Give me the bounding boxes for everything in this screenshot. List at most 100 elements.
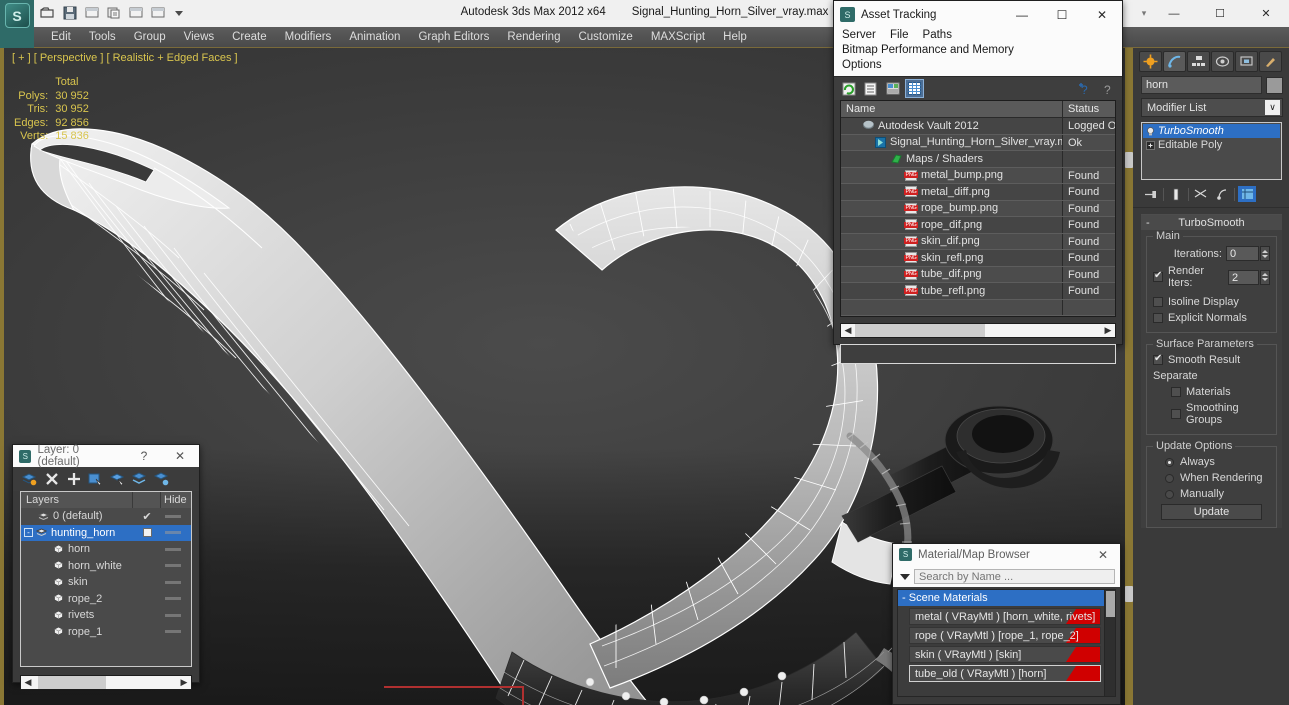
list-view-icon[interactable] xyxy=(862,80,879,97)
refresh-icon[interactable] xyxy=(840,80,857,97)
create-new-layer-icon[interactable] xyxy=(22,472,37,487)
delete-layer-icon[interactable] xyxy=(44,472,59,487)
table-row[interactable]: PNG rope_dif.png Found xyxy=(841,217,1115,234)
menu-tools[interactable]: Tools xyxy=(80,27,125,48)
layer-hide-dash[interactable] xyxy=(165,547,181,551)
help-add-icon[interactable]: ? xyxy=(1077,80,1094,97)
explicit-normals-checkbox[interactable] xyxy=(1153,313,1163,323)
modifier-stack-item-editable-poly[interactable]: Editable Poly xyxy=(1143,138,1280,152)
chevron-down-icon[interactable]: ∨ xyxy=(1265,100,1280,115)
table-row[interactable]: Autodesk Vault 2012 Logged O xyxy=(841,118,1115,135)
customize-qat-caret-icon[interactable] xyxy=(170,3,189,22)
column-header-name[interactable]: Name xyxy=(841,101,1063,117)
search-options-caret-icon[interactable] xyxy=(900,573,910,580)
manually-radio[interactable] xyxy=(1165,489,1174,499)
scene-materials-group-header[interactable]: - Scene Materials xyxy=(898,590,1104,606)
layer-window-titlebar[interactable]: S Layer: 0 (default) ? ✕ xyxy=(13,444,199,468)
render-iters-checkbox[interactable] xyxy=(1153,270,1163,282)
table-row[interactable]: Signal_Hunting_Horn_Silver_vray.max Ok xyxy=(841,134,1115,151)
layer-hide-dash[interactable] xyxy=(165,514,181,518)
table-row[interactable]: PNG tube_dif.png Found xyxy=(841,266,1115,283)
layer-current-box[interactable] xyxy=(133,528,161,538)
layer-hide-dash[interactable] xyxy=(165,613,181,617)
rollout-collapse-icon[interactable]: - xyxy=(1146,217,1150,229)
pin-stack-icon[interactable] xyxy=(1142,186,1160,202)
layer-hide-dash[interactable] xyxy=(165,630,181,634)
close-button[interactable]: ✕ xyxy=(1243,0,1289,27)
menu-rendering[interactable]: Rendering xyxy=(498,27,569,48)
table-row[interactable]: PNG tube_refl.png Found xyxy=(841,283,1115,300)
update-option-when-rendering[interactable]: When Rendering xyxy=(1153,472,1270,484)
scrollbar-track[interactable] xyxy=(855,324,1101,337)
help-icon[interactable]: ? xyxy=(1099,80,1116,97)
at-menu-file[interactable]: File xyxy=(890,28,909,43)
menu-help[interactable]: Help xyxy=(714,27,756,48)
list-item[interactable]: - hunting_horn xyxy=(21,524,191,541)
hierarchy-tab[interactable] xyxy=(1187,51,1210,72)
at-menu-options[interactable]: Options xyxy=(842,58,882,73)
list-item[interactable]: metal ( VRayMtl ) [horn_white, rivets] xyxy=(909,608,1101,625)
update-option-always[interactable]: Always xyxy=(1153,456,1270,468)
iterations-spinner-field[interactable]: 0 xyxy=(1226,246,1259,261)
grid-view-icon[interactable] xyxy=(905,79,924,98)
list-item[interactable]: rope_2 xyxy=(21,591,191,608)
when-rendering-radio[interactable] xyxy=(1165,473,1174,483)
material-browser-close-button[interactable]: ✕ xyxy=(1086,544,1120,565)
iterations-spinner-arrows[interactable] xyxy=(1260,246,1270,261)
menu-graph-editors[interactable]: Graph Editors xyxy=(409,27,498,48)
list-item[interactable]: skin xyxy=(21,574,191,591)
remove-modifier-icon[interactable] xyxy=(1213,186,1231,202)
list-item[interactable]: horn xyxy=(21,541,191,558)
menu-group[interactable]: Group xyxy=(125,27,175,48)
panel-resize-handle-bottom[interactable] xyxy=(1125,586,1133,602)
set-current-layer-icon[interactable] xyxy=(132,472,147,487)
material-color-swatch[interactable] xyxy=(1066,647,1100,662)
table-row[interactable]: PNG skin_dif.png Found xyxy=(841,233,1115,250)
asset-tracking-close-button[interactable]: ✕ xyxy=(1082,1,1122,28)
material-map-browser-window[interactable]: S Material/Map Browser ✕ - Scene Materia… xyxy=(892,543,1121,705)
utilities-tab[interactable] xyxy=(1259,51,1282,72)
layer-hide-dash[interactable] xyxy=(165,597,181,601)
materials-checkbox[interactable] xyxy=(1171,387,1181,397)
at-menu-bitmap-performance[interactable]: Bitmap Performance and Memory xyxy=(842,43,1014,58)
material-browser-titlebar[interactable]: S Material/Map Browser ✕ xyxy=(893,544,1120,565)
object-color-swatch[interactable] xyxy=(1266,76,1283,94)
open-file-icon[interactable] xyxy=(38,3,57,22)
max-app-logo[interactable]: S xyxy=(0,0,34,48)
expand-plus-icon[interactable] xyxy=(1146,140,1155,150)
list-item[interactable]: tube_old ( VRayMtl ) [horn] xyxy=(909,665,1101,682)
scroll-left-icon[interactable]: ◀ xyxy=(21,677,35,688)
reset-icon[interactable] xyxy=(148,3,167,22)
scrollbar-thumb[interactable] xyxy=(1106,591,1115,617)
add-selection-icon[interactable] xyxy=(66,472,81,487)
asset-tracking-titlebar[interactable]: S Asset Tracking — ☐ ✕ xyxy=(834,1,1122,28)
smoothing-groups-checkbox[interactable] xyxy=(1171,409,1181,419)
list-item[interactable]: horn_white xyxy=(21,558,191,575)
material-color-swatch[interactable] xyxy=(1066,666,1100,681)
layer-horizontal-scrollbar[interactable]: ◀ ▶ xyxy=(20,675,192,690)
isoline-display-checkbox[interactable] xyxy=(1153,297,1163,307)
render-iters-spinner-arrows[interactable] xyxy=(1260,269,1270,285)
scrollbar-track[interactable] xyxy=(35,676,177,689)
asset-tracking-window[interactable]: S Asset Tracking — ☐ ✕ Server File Paths… xyxy=(833,0,1123,364)
lightbulb-icon[interactable] xyxy=(1146,126,1155,136)
table-row[interactable]: PNG rope_bump.png Found xyxy=(841,200,1115,217)
menu-maxscript[interactable]: MAXScript xyxy=(642,27,714,48)
layer-close-button[interactable]: ✕ xyxy=(161,445,199,467)
asset-tracking-horizontal-scrollbar[interactable]: ◀ ▶ xyxy=(840,323,1116,338)
redo-icon[interactable] xyxy=(104,3,123,22)
layer-hide-dash[interactable] xyxy=(165,580,181,584)
viewport-right-divider[interactable] xyxy=(1125,48,1133,705)
panel-resize-handle-top[interactable] xyxy=(1125,152,1133,168)
highlight-selected-icon[interactable] xyxy=(110,472,125,487)
modifier-list-dropdown[interactable]: Modifier List ∨ xyxy=(1141,98,1283,117)
modifier-stack[interactable]: TurboSmooth Editable Poly xyxy=(1141,122,1282,180)
layer-grid[interactable]: Layers Hide 0 (default) ✔ - hunting_horn… xyxy=(20,491,192,667)
list-item[interactable]: rivets xyxy=(21,607,191,624)
layer-hide-dash[interactable] xyxy=(165,564,181,568)
layer-hide-dash[interactable] xyxy=(165,531,181,535)
list-item[interactable]: skin ( VRayMtl ) [skin] xyxy=(909,646,1101,663)
scrollbar-thumb[interactable] xyxy=(37,676,106,689)
table-row[interactable]: PNG metal_bump.png Found xyxy=(841,167,1115,184)
material-browser-vertical-scrollbar[interactable] xyxy=(1104,590,1115,696)
